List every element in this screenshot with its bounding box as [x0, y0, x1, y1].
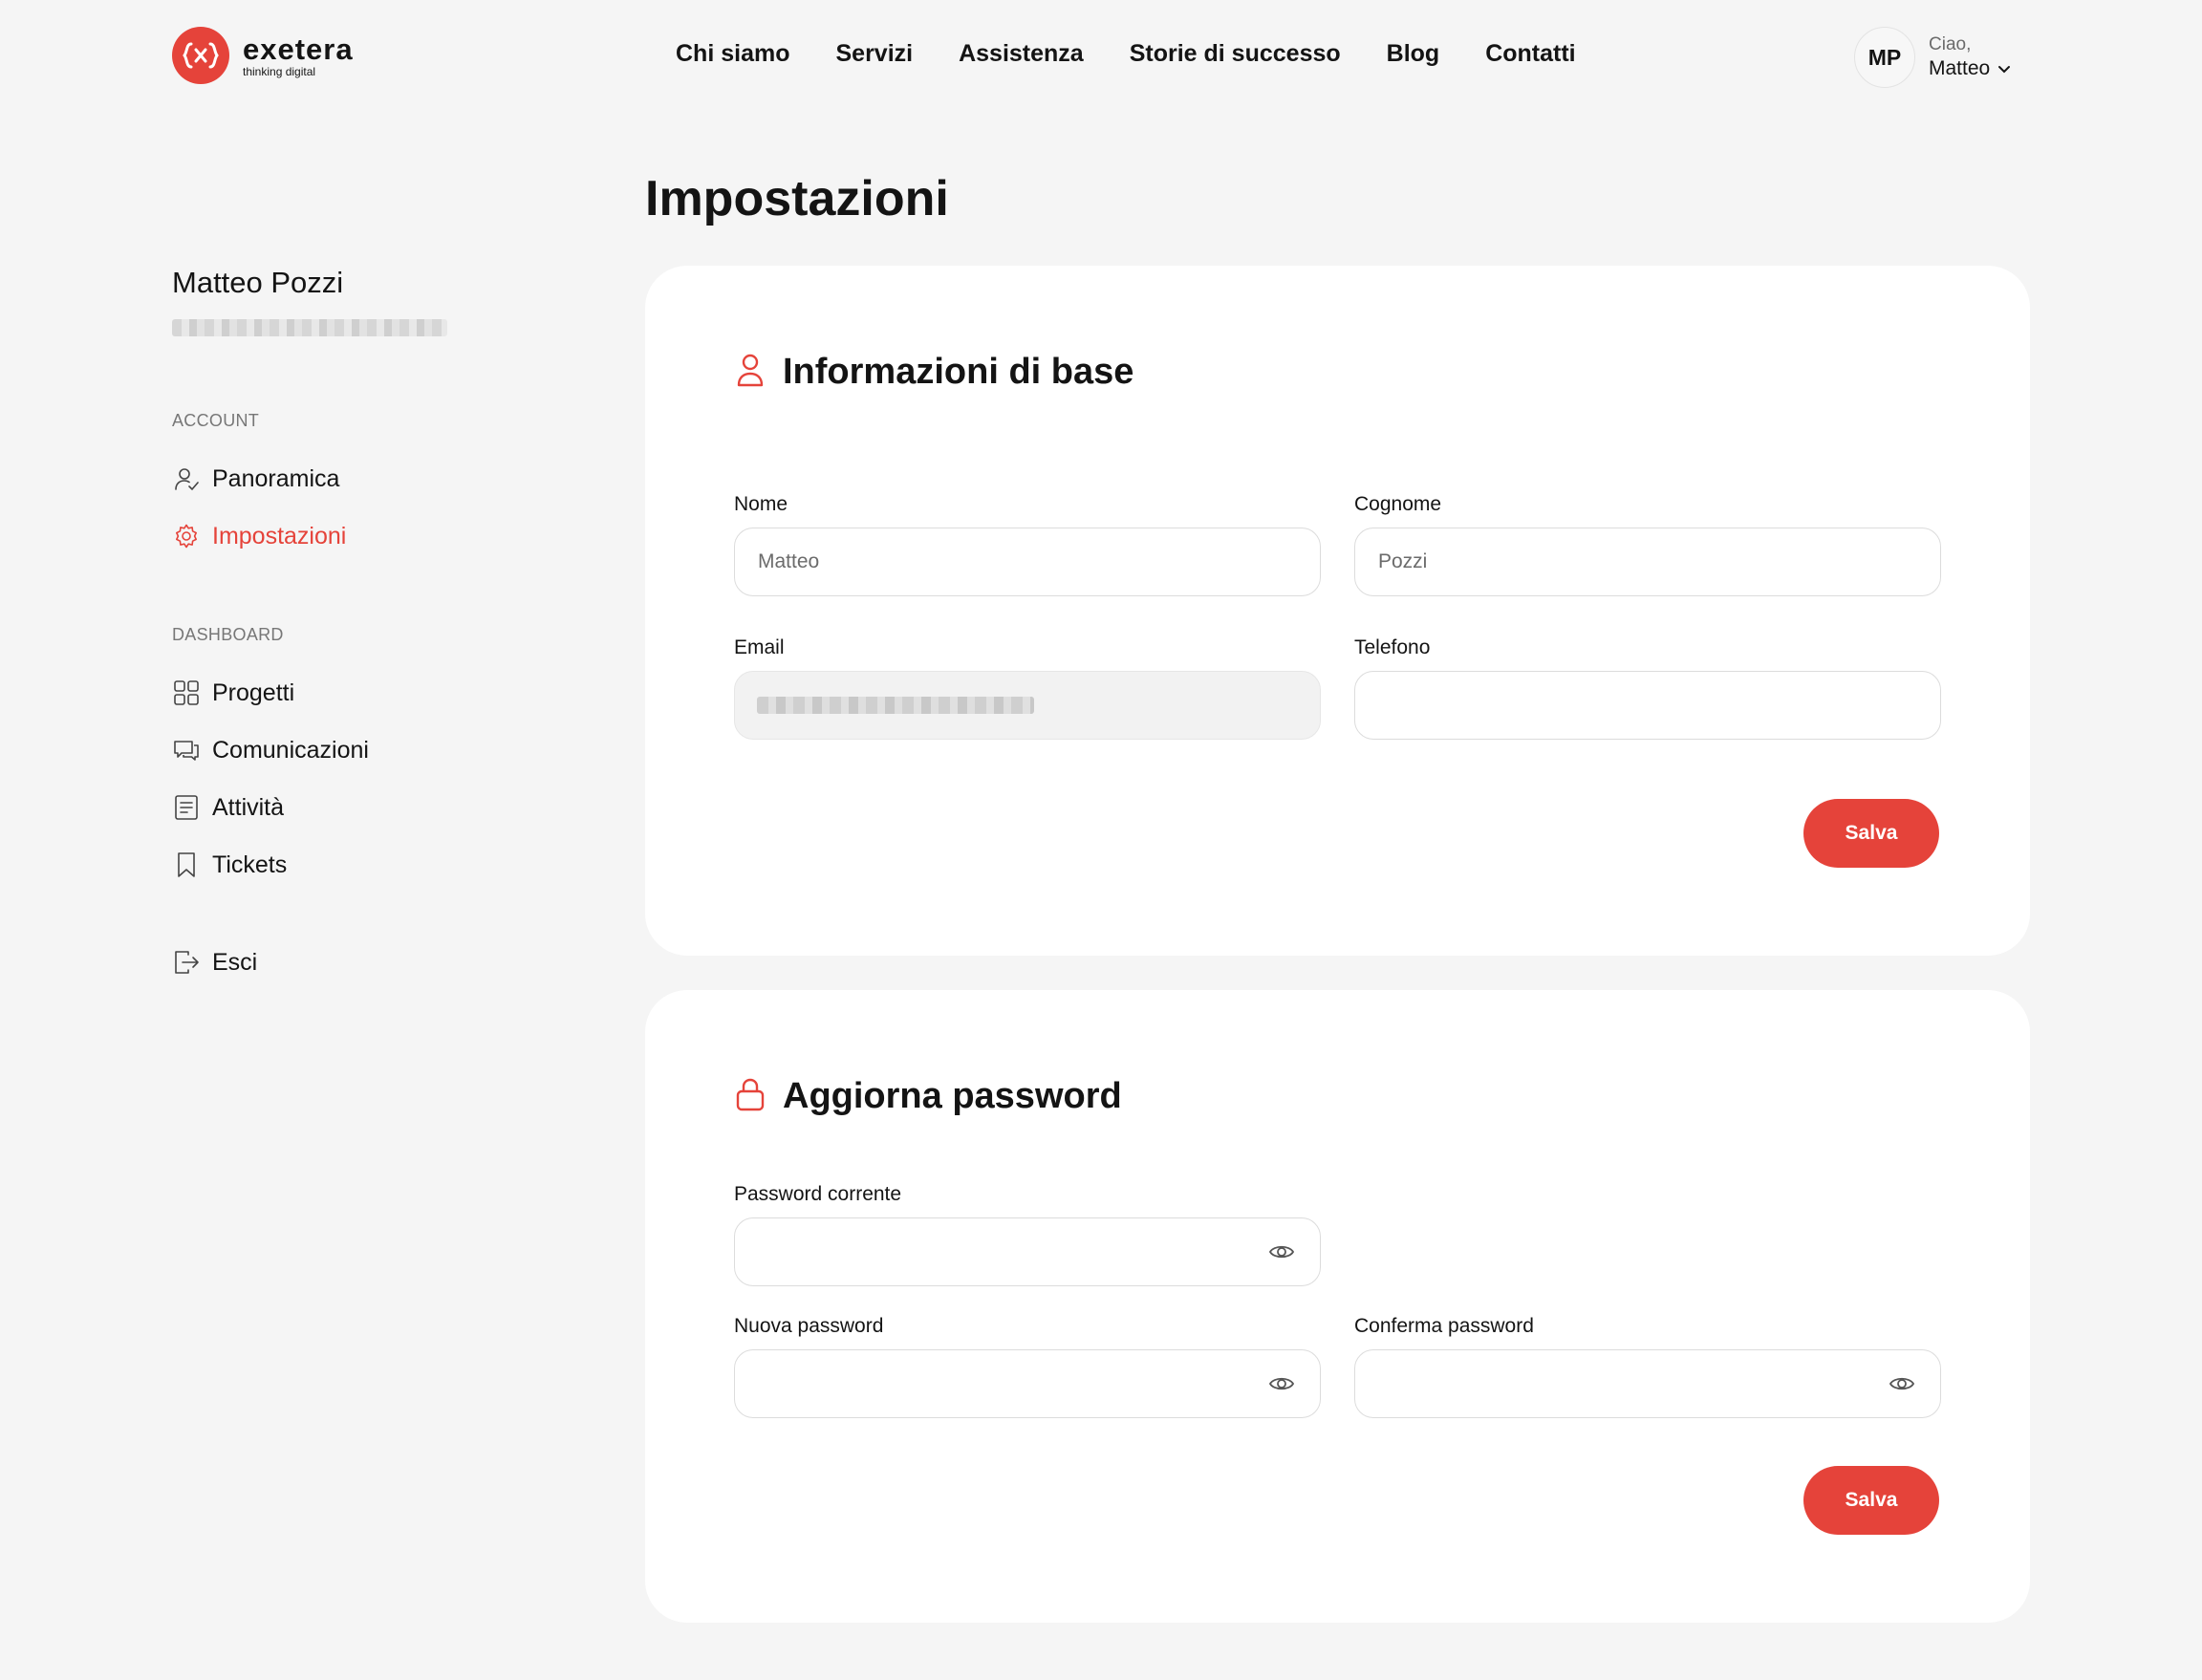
- save-password-button[interactable]: Salva: [1803, 1466, 1939, 1535]
- nav-item-storie-di-successo[interactable]: Storie di successo: [1130, 40, 1341, 68]
- grid-icon: [172, 678, 201, 707]
- sidebar-item-progetti[interactable]: Progetti: [172, 678, 294, 707]
- site-header: exetera thinking digital Chi siamo Servi…: [0, 0, 2202, 115]
- sidebar-item-label: Tickets: [212, 851, 288, 878]
- chevron-down-icon: [1997, 57, 2011, 80]
- logout-label: Esci: [212, 948, 258, 976]
- nav-item-contatti[interactable]: Contatti: [1485, 40, 1575, 68]
- nav-item-assistenza[interactable]: Assistenza: [959, 40, 1084, 68]
- phone-field-group: Telefono: [1354, 636, 1941, 740]
- password-title: Aggiorna password: [783, 1076, 1122, 1116]
- first-name-label: Nome: [734, 493, 788, 515]
- basic-info-header: Informazioni di base: [735, 352, 1133, 393]
- eye-icon[interactable]: [1267, 1238, 1296, 1266]
- avatar[interactable]: MP: [1854, 27, 1915, 88]
- nav-item-chi-siamo[interactable]: Chi siamo: [676, 40, 789, 68]
- section-label-account: ACCOUNT: [172, 411, 260, 430]
- user-menu[interactable]: MP Ciao, Matteo: [1854, 27, 2011, 88]
- current-password-label: Password corrente: [734, 1183, 902, 1205]
- new-password-field-group: Nuova password: [734, 1315, 1321, 1418]
- sidebar-item-label: Panoramica: [212, 464, 340, 492]
- logout-icon: [172, 948, 201, 977]
- brand-logo[interactable]: exetera thinking digital: [172, 27, 354, 84]
- save-basic-info-button[interactable]: Salva: [1803, 799, 1939, 868]
- first-name-input[interactable]: [734, 528, 1321, 596]
- user-check-icon: [172, 464, 201, 493]
- password-card: Aggiorna password Password corrente Nuov…: [645, 990, 2030, 1623]
- email-label: Email: [734, 636, 785, 658]
- sidebar-item-label: Impostazioni: [212, 522, 347, 549]
- profile-name: Matteo Pozzi: [172, 266, 344, 299]
- new-password-label: Nuova password: [734, 1315, 884, 1337]
- sidebar-item-tickets[interactable]: Tickets: [172, 851, 287, 879]
- logo-mark-icon: [172, 27, 229, 84]
- eye-icon[interactable]: [1267, 1369, 1296, 1398]
- settings-page: exetera thinking digital Chi siamo Servi…: [0, 0, 2202, 1680]
- sidebar-item-label: Progetti: [212, 678, 295, 706]
- document-icon: [172, 793, 201, 822]
- lock-icon: [735, 1077, 766, 1116]
- chat-icon: [172, 736, 201, 765]
- last-name-input[interactable]: [1354, 528, 1941, 596]
- current-password-field-group: Password corrente: [734, 1183, 1321, 1286]
- email-field-group: Email: [734, 636, 1321, 740]
- section-label-dashboard: DASHBOARD: [172, 625, 284, 644]
- last-name-label: Cognome: [1354, 493, 1442, 515]
- phone-input[interactable]: [1354, 671, 1941, 740]
- profile-email-redacted: [172, 319, 447, 336]
- email-value-redacted: [757, 697, 1034, 714]
- first-name-field-group: Nome: [734, 493, 1321, 596]
- confirm-password-label: Conferma password: [1354, 1315, 1534, 1337]
- current-password-input[interactable]: [734, 1217, 1321, 1286]
- user-menu-toggle[interactable]: Matteo: [1929, 57, 2011, 80]
- brand-name: exetera: [243, 32, 354, 66]
- confirm-password-input[interactable]: [1354, 1349, 1941, 1418]
- new-password-input[interactable]: [734, 1349, 1321, 1418]
- confirm-password-field-group: Conferma password: [1354, 1315, 1941, 1418]
- brand-tagline: thinking digital: [243, 64, 316, 78]
- nav-item-blog[interactable]: Blog: [1387, 40, 1440, 68]
- eye-icon[interactable]: [1888, 1369, 1916, 1398]
- basic-info-card: Informazioni di base Nome Cognome Email …: [645, 266, 2030, 956]
- sidebar-item-label: Attività: [212, 793, 285, 821]
- bookmark-icon: [172, 851, 201, 879]
- main-nav: Chi siamo Servizi Assistenza Storie di s…: [676, 40, 1576, 68]
- sidebar-item-panoramica[interactable]: Panoramica: [172, 464, 339, 493]
- logout-button[interactable]: Esci: [172, 948, 257, 977]
- user-greeting: Ciao,: [1929, 34, 1972, 54]
- user-icon: [735, 353, 766, 392]
- basic-info-title: Informazioni di base: [783, 352, 1134, 392]
- sidebar-item-impostazioni[interactable]: Impostazioni: [172, 522, 346, 550]
- password-header: Aggiorna password: [735, 1076, 1122, 1117]
- sidebar-item-label: Comunicazioni: [212, 736, 369, 764]
- page-title: Impostazioni: [645, 171, 949, 226]
- gear-icon: [172, 522, 201, 550]
- last-name-field-group: Cognome: [1354, 493, 1941, 596]
- phone-label: Telefono: [1354, 636, 1431, 658]
- user-name: Matteo: [1929, 57, 1991, 79]
- sidebar-item-comunicazioni[interactable]: Comunicazioni: [172, 736, 369, 765]
- nav-item-servizi[interactable]: Servizi: [835, 40, 913, 68]
- sidebar: Matteo Pozzi ACCOUNT Panoramica Impostaz…: [172, 266, 478, 976]
- sidebar-item-attivita[interactable]: Attività: [172, 793, 284, 822]
